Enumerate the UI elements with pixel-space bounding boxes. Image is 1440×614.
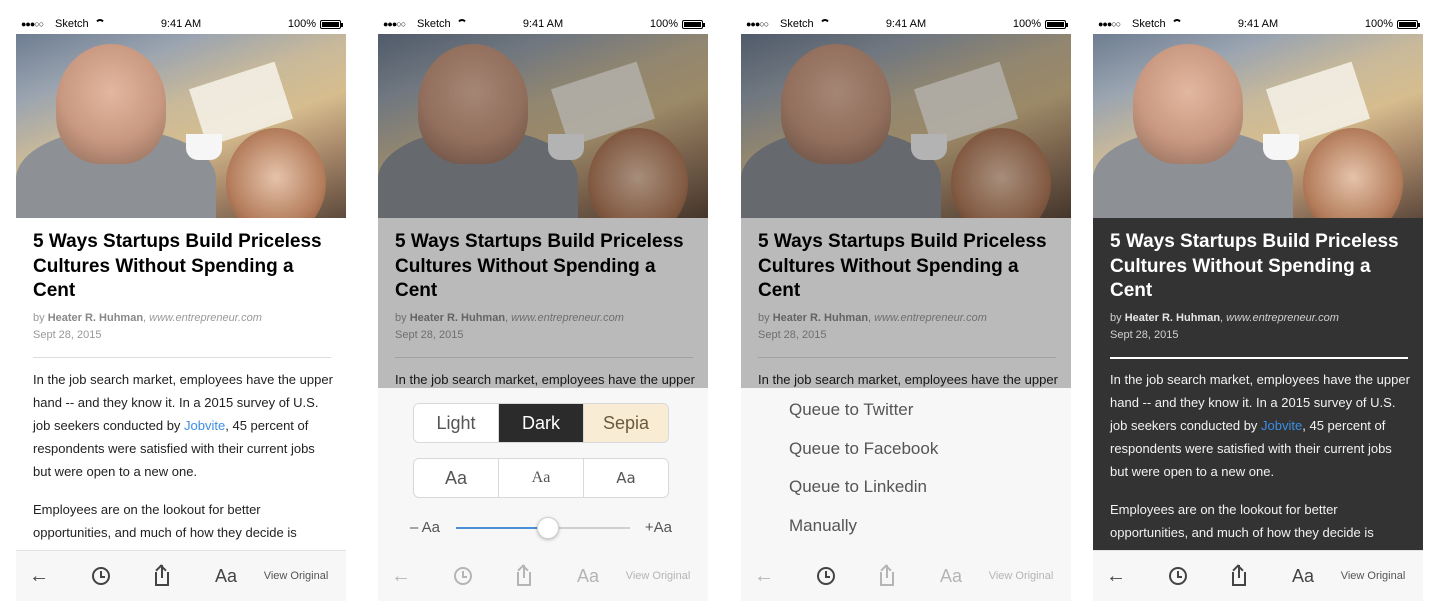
theme-settings-sheet: Light Dark Sepia Aa Aa Aa – Aa +Aa bbox=[378, 388, 708, 551]
jobvite-link[interactable]: Jobvite bbox=[1261, 418, 1302, 433]
back-arrow-icon[interactable]: ← bbox=[753, 551, 775, 601]
theme-sepia-option[interactable]: Sepia bbox=[583, 404, 668, 442]
battery-percent: 100% bbox=[1364, 18, 1393, 30]
article-paragraph: Employees are on the lookout for better … bbox=[33, 502, 297, 540]
back-arrow-icon[interactable]: ← bbox=[1105, 551, 1127, 601]
article-author: Heater R. Huhman bbox=[1124, 312, 1221, 324]
font-segmented-control: Aa Aa Aa bbox=[413, 458, 669, 498]
font-size-icon[interactable]: Aa bbox=[208, 551, 244, 601]
dim-overlay[interactable] bbox=[378, 34, 708, 388]
bottom-toolbar: ← Aa View Original bbox=[16, 550, 346, 601]
status-bar: ●●●○○ Sketch 9:41 AM 100% bbox=[741, 16, 1071, 34]
article-paragraph: In the job search market, employees have… bbox=[1110, 372, 1410, 479]
battery-icon bbox=[682, 20, 705, 29]
battery-percent: 100% bbox=[287, 18, 316, 30]
article-source: www.entrepreneur.com bbox=[149, 312, 262, 324]
clock-icon[interactable] bbox=[452, 567, 474, 585]
clock-icon[interactable] bbox=[815, 567, 837, 585]
divider bbox=[1110, 357, 1408, 359]
article-hero-image bbox=[16, 34, 346, 218]
share-icon[interactable] bbox=[1229, 564, 1251, 589]
font-size-min-label: – Aa bbox=[410, 519, 441, 536]
theme-light-option[interactable]: Light bbox=[414, 404, 498, 442]
share-icon[interactable] bbox=[514, 564, 536, 589]
queue-facebook-item[interactable]: Queue to Facebook bbox=[789, 439, 938, 459]
share-icon[interactable] bbox=[877, 564, 899, 589]
theme-dark-option[interactable]: Dark bbox=[498, 404, 583, 442]
queue-twitter-item[interactable]: Queue to Twitter bbox=[789, 400, 913, 420]
article-title: 5 Ways Startups Build Priceless Cultures… bbox=[1110, 231, 1399, 301]
share-icon[interactable] bbox=[152, 564, 174, 589]
font-sans-option[interactable]: Aa bbox=[414, 459, 498, 497]
article-date: Sept 28, 2015 bbox=[33, 329, 102, 341]
article-hero-image bbox=[1093, 34, 1423, 218]
article-author: Heater R. Huhman bbox=[47, 312, 144, 324]
font-size-icon[interactable]: Aa bbox=[570, 551, 606, 601]
status-bar: ●●●○○ Sketch 9:41 AM 100% bbox=[1093, 16, 1423, 34]
font-size-max-label: +Aa bbox=[644, 519, 672, 536]
bottom-toolbar: ← Aa View Original bbox=[378, 550, 708, 601]
phone-light-article: ●●●○○ Sketch 9:41 AM 100% 5 Ways Startup… bbox=[16, 16, 346, 601]
view-original-button[interactable]: View Original bbox=[1333, 551, 1413, 601]
font-size-icon[interactable]: Aa bbox=[933, 551, 969, 601]
article-paragraph: In the job search market, employees have… bbox=[33, 372, 333, 479]
battery-icon bbox=[1045, 20, 1068, 29]
jobvite-link[interactable]: Jobvite bbox=[184, 418, 225, 433]
status-bar: ●●●○○ Sketch 9:41 AM 100% bbox=[378, 16, 708, 34]
status-bar: ●●●○○ Sketch 9:41 AM 100% bbox=[16, 16, 346, 34]
article-source: www.entrepreneur.com bbox=[1226, 312, 1339, 324]
dim-overlay[interactable] bbox=[741, 34, 1071, 388]
view-original-button[interactable]: View Original bbox=[981, 551, 1061, 601]
back-arrow-icon[interactable]: ← bbox=[28, 551, 50, 601]
article-title: 5 Ways Startups Build Priceless Cultures… bbox=[33, 231, 322, 301]
view-original-button[interactable]: View Original bbox=[256, 551, 336, 601]
battery-percent: 100% bbox=[649, 18, 678, 30]
back-arrow-icon[interactable]: ← bbox=[390, 551, 412, 601]
phone-theme-settings: ●●●○○ Sketch 9:41 AM 100% 5 Ways Startup… bbox=[378, 16, 708, 601]
font-alt-option[interactable]: Aa bbox=[583, 459, 668, 497]
queue-linkedin-item[interactable]: Queue to Linkedin bbox=[789, 477, 927, 497]
article-date: Sept 28, 2015 bbox=[1110, 329, 1179, 341]
article-paragraph: Employees are on the lookout for better … bbox=[1110, 502, 1374, 540]
view-original-button[interactable]: View Original bbox=[618, 551, 698, 601]
battery-icon bbox=[1397, 20, 1420, 29]
divider bbox=[33, 357, 331, 358]
queue-manually-item[interactable]: Manually bbox=[789, 516, 857, 536]
slider-knob[interactable] bbox=[537, 517, 560, 539]
font-serif-option[interactable]: Aa bbox=[498, 459, 583, 497]
clock-icon[interactable] bbox=[90, 567, 112, 585]
clock-icon[interactable] bbox=[1167, 567, 1189, 585]
bottom-toolbar: ← Aa View Original bbox=[741, 550, 1071, 601]
font-size-icon[interactable]: Aa bbox=[1285, 551, 1321, 601]
bottom-toolbar: ← Aa View Original bbox=[1093, 550, 1423, 601]
theme-segmented-control: Light Dark Sepia bbox=[413, 403, 669, 443]
slider-track[interactable] bbox=[456, 517, 630, 539]
battery-icon bbox=[320, 20, 343, 29]
phone-dark-article: ●●●○○ Sketch 9:41 AM 100% 5 Ways Startup… bbox=[1093, 16, 1423, 601]
phone-queue-menu: ●●●○○ Sketch 9:41 AM 100% 5 Ways Startup… bbox=[741, 16, 1071, 601]
battery-percent: 100% bbox=[1012, 18, 1041, 30]
font-size-slider[interactable]: – Aa +Aa bbox=[410, 513, 672, 543]
article-byline: by Heater R. Huhman, www.entrepreneur.co… bbox=[33, 312, 262, 324]
slider-fill bbox=[456, 527, 549, 529]
article-byline: by Heater R. Huhman, www.entrepreneur.co… bbox=[1110, 312, 1339, 324]
